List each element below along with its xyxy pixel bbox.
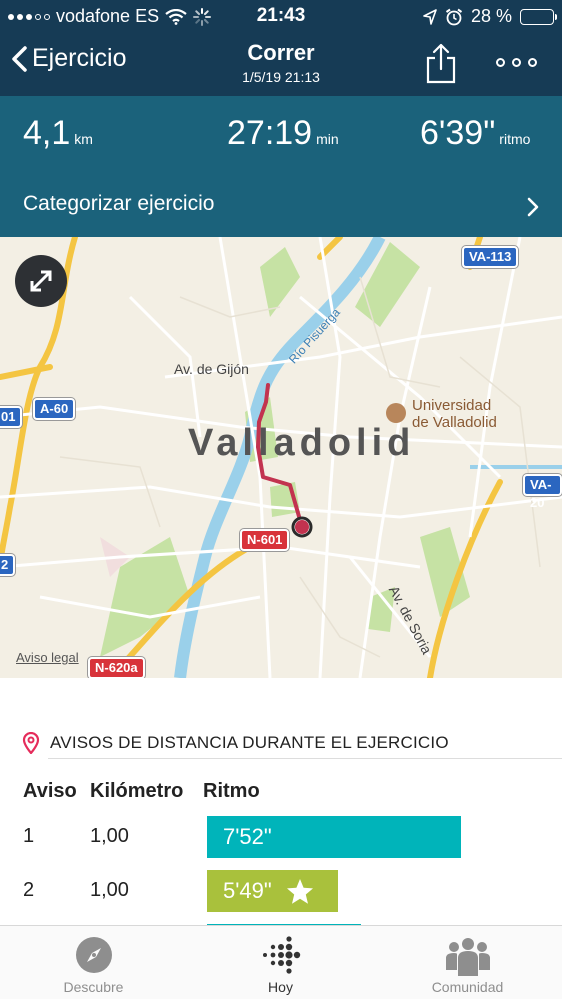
alert-number: 1 (23, 825, 35, 847)
distance-unit: km (74, 131, 93, 147)
status-bar: vodafone ES 21:43 28 % (0, 0, 562, 32)
share-button[interactable] (424, 42, 458, 84)
pace-value: 5'49" (223, 878, 272, 903)
tab-community-label: Comunidad (431, 979, 504, 995)
bottom-tab-bar: Descubre Hoy Comunidad (0, 925, 562, 999)
route-map[interactable]: Valladolid Av. de Gijón Av. de Soria Río… (0, 237, 562, 678)
column-header-pace: Ritmo (203, 780, 260, 802)
distance-alerts-heading: AVISOS DE DISTANCIA DURANTE EL EJERCICIO (22, 732, 449, 754)
star-icon (286, 878, 313, 904)
distance-value: 4,1 (23, 114, 71, 152)
legal-notice-link[interactable]: Aviso legal (16, 650, 79, 665)
community-icon (445, 938, 490, 976)
tab-today[interactable]: Hoy (187, 926, 374, 999)
categorize-exercise-button[interactable]: Categorizar ejercicio (0, 176, 562, 237)
distance-alerts-title: AVISOS DE DISTANCIA DURANTE EL EJERCICIO (50, 733, 449, 752)
status-right: 28 % (423, 6, 557, 27)
road-shield-n620a: N-620a (88, 657, 145, 678)
location-arrow-icon (423, 8, 437, 25)
more-options-button[interactable] (496, 52, 544, 72)
alert-number: 2 (23, 879, 35, 901)
distance-stat: 4,1 km (23, 114, 93, 153)
road-shield-a60: A-60 (33, 398, 76, 420)
share-icon (426, 43, 456, 84)
exercise-stats-panel: 4,1 km 27:19 min 6'39" ritmo Categorizar… (0, 96, 562, 237)
tab-community[interactable]: Comunidad (374, 926, 561, 999)
back-button[interactable]: Ejercicio (10, 44, 126, 73)
fitbit-logo-icon (262, 936, 300, 974)
pace-value: 7'52" (223, 824, 272, 849)
column-header-km: Kilómetro (90, 780, 184, 802)
alert-km: 1,00 (90, 825, 129, 847)
pace-bar: 5'49" (207, 870, 338, 912)
tab-discover-label: Descubre (63, 979, 124, 995)
university-icon (386, 403, 406, 423)
road-shield-va113: VA-113 (462, 246, 519, 268)
pace-bar: 7'52" (207, 816, 461, 858)
categorize-label: Categorizar ejercicio (23, 192, 215, 215)
location-pin-icon (22, 732, 40, 754)
battery-percent: 28 % (470, 6, 512, 26)
compass-icon (75, 937, 112, 973)
pace-stat: 6'39" ritmo (420, 114, 530, 153)
alarm-icon (445, 8, 463, 25)
road-shield-left-top: 01 (0, 406, 23, 428)
expand-icon (30, 270, 52, 292)
duration-stat: 27:19 min (227, 114, 339, 153)
university-poi[interactable]: Universidad de Valladolid (386, 397, 497, 431)
road-shield-n601: N-601 (240, 529, 290, 551)
back-label: Ejercicio (32, 44, 127, 72)
alert-km: 1,00 (90, 879, 129, 901)
duration-unit: min (316, 131, 339, 147)
chevron-left-icon (12, 45, 27, 72)
road-shield-left-bottom: 2 (0, 554, 16, 576)
city-label: Valladolid (188, 422, 416, 464)
road-shield-va20: VA-20 (523, 474, 562, 510)
university-label-line2: de Valladolid (412, 414, 497, 431)
tab-discover[interactable]: Descubre (0, 926, 187, 999)
duration-value: 27:19 (227, 114, 313, 152)
university-label-line1: Universidad (412, 397, 492, 414)
expand-map-button[interactable] (15, 255, 67, 307)
column-header-aviso: Aviso (23, 780, 77, 802)
top-header: vodafone ES 21:43 28 % Ejercicio Correr … (0, 0, 562, 96)
road-label-gijon: Av. de Gijón (174, 361, 249, 377)
chevron-right-icon (527, 197, 539, 217)
battery-icon (520, 8, 557, 25)
tab-today-label: Hoy (268, 979, 293, 995)
pace-value: 6'39" (420, 114, 496, 152)
pace-unit: ritmo (499, 131, 531, 147)
section-divider (48, 758, 562, 759)
